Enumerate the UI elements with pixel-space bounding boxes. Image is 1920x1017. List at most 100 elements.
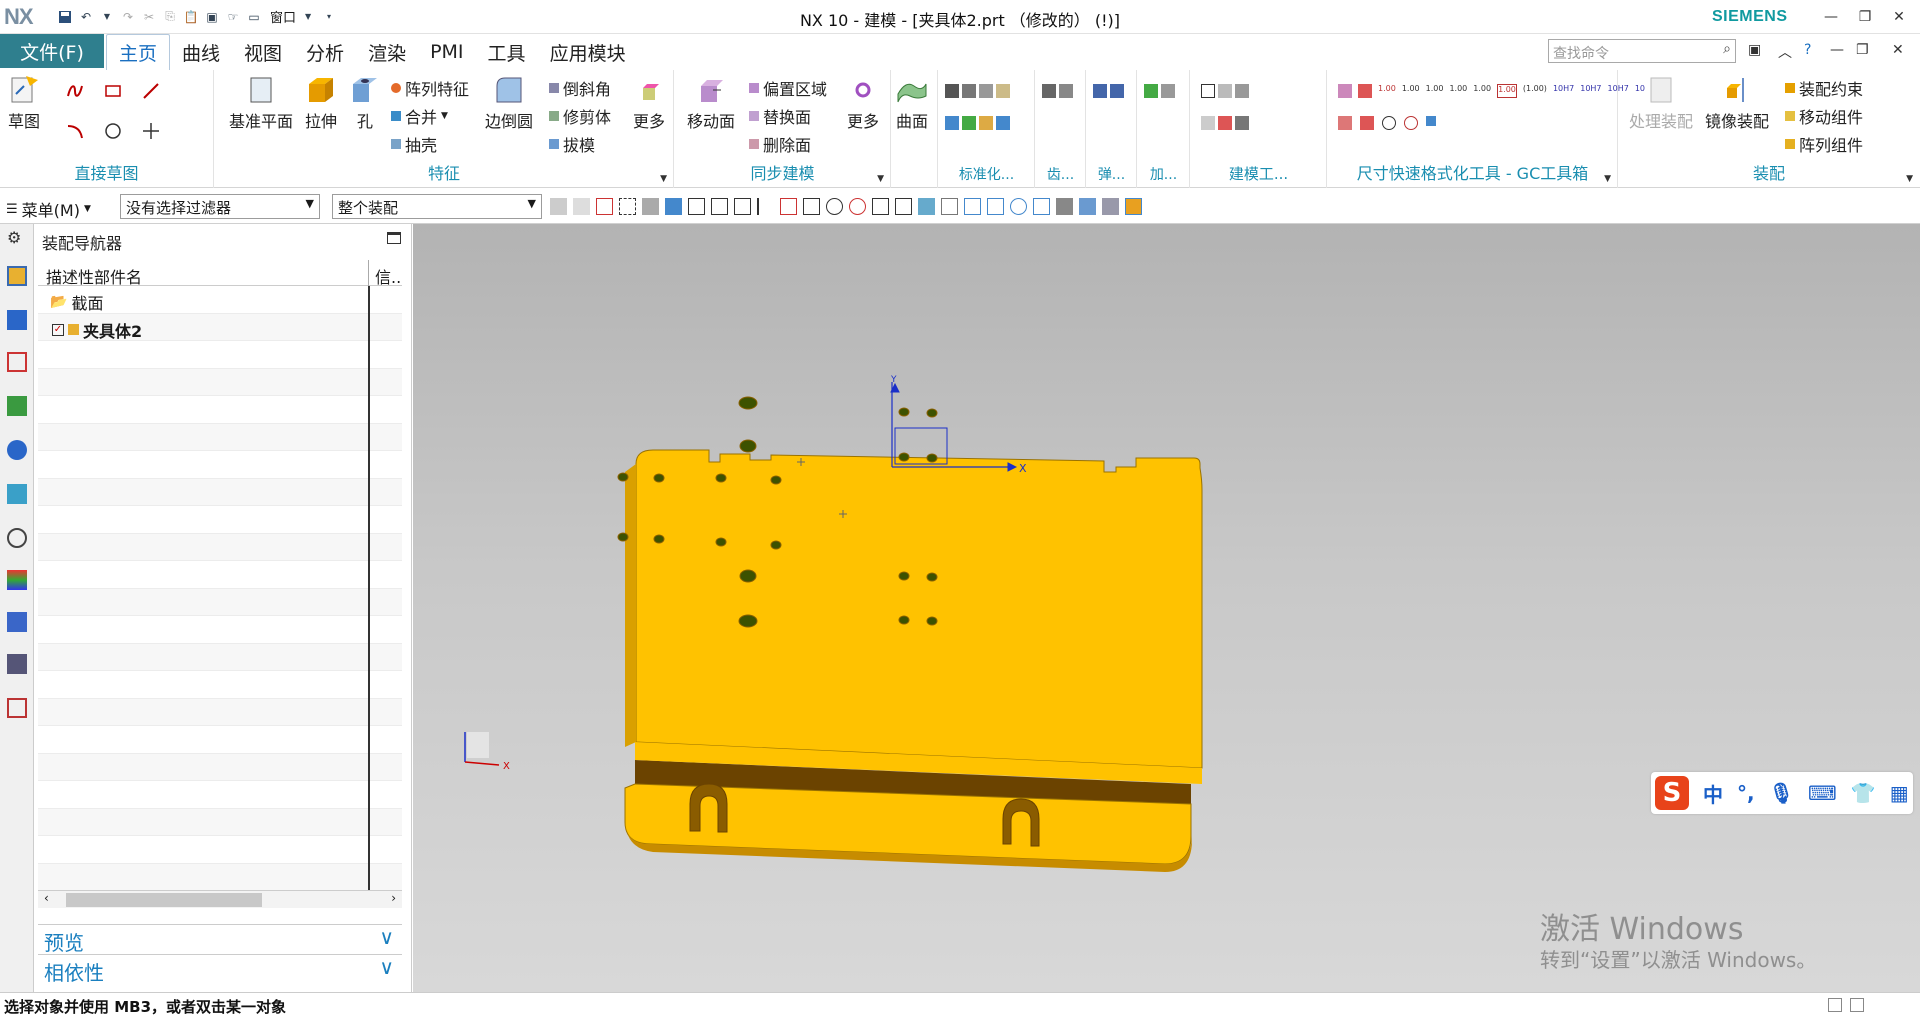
gc-tolerance-7[interactable]: (1.00) (1523, 84, 1547, 98)
hole[interactable] (738, 614, 758, 628)
reuse-library-icon[interactable] (7, 396, 27, 416)
spring-tool-icon-1[interactable] (1093, 84, 1107, 98)
snap-existing-point-icon[interactable] (872, 198, 889, 215)
tab-home[interactable]: 主页 (106, 34, 171, 70)
scrollbar-thumb[interactable] (66, 893, 262, 907)
hole[interactable] (715, 537, 727, 547)
edit-section-icon[interactable] (1102, 198, 1119, 215)
line-icon[interactable] (142, 82, 160, 100)
graphics-viewport[interactable]: X Y X (382, 224, 1920, 992)
snap-center-icon[interactable] (826, 198, 843, 215)
horizontal-scrollbar[interactable]: ‹ › (38, 890, 402, 908)
gc-tool-icon-2[interactable] (1358, 84, 1372, 98)
select-feature-icon[interactable] (550, 198, 567, 215)
unite-dropdown-icon[interactable]: ▼ (441, 111, 448, 121)
dropdown-icon[interactable]: ▼ (98, 8, 116, 26)
standard-tool-icon-7[interactable] (979, 116, 993, 130)
hole-button[interactable]: 孔 (349, 74, 381, 132)
manufacturing-wizard-icon[interactable] (7, 654, 27, 674)
gc-tolerance-1[interactable]: 1.00 (1378, 84, 1396, 98)
sketch-button[interactable]: 草图 (8, 74, 40, 132)
standard-tool-icon-5[interactable] (945, 116, 959, 130)
restore-button[interactable]: ❐ (1850, 4, 1880, 30)
command-search-input[interactable]: 查找命令 ⌕ (1548, 39, 1736, 63)
role-icon[interactable] (7, 698, 27, 718)
maximize-panel-icon[interactable] (387, 232, 401, 244)
standard-tool-icon-8[interactable] (996, 116, 1010, 130)
hole[interactable] (898, 407, 910, 417)
web-browser-icon[interactable] (7, 440, 27, 460)
gc-tolerance-5[interactable]: 1.00 (1473, 84, 1491, 98)
offset-region-button[interactable]: 偏置区域 (749, 76, 827, 100)
window-menu-dropdown-icon[interactable]: ▼ (299, 8, 317, 26)
cut-icon[interactable]: ✂ (140, 8, 158, 26)
snap-on-face-icon[interactable] (895, 198, 912, 215)
copy-icon[interactable]: ⎘ (161, 8, 179, 26)
tab-view[interactable]: 视图 (232, 34, 294, 70)
view-fit-icon[interactable] (964, 198, 981, 215)
modeling-tool-icon-4[interactable] (1201, 116, 1215, 130)
add-tool-icon-1[interactable] (1144, 84, 1158, 98)
surface-button[interactable]: 曲面 (896, 74, 928, 132)
snap-quadrant-icon[interactable] (849, 198, 866, 215)
column-descriptive-part-name[interactable]: 描述性部件名 (46, 264, 142, 288)
tab-pmi[interactable]: PMI (418, 34, 475, 70)
process-studio-icon[interactable] (7, 612, 27, 632)
hole[interactable] (617, 472, 629, 482)
arc-icon[interactable] (66, 122, 84, 140)
hole[interactable] (926, 616, 938, 626)
touch-mode-icon[interactable]: ☞ (224, 8, 242, 26)
shell-button[interactable]: 抽壳 (391, 132, 437, 156)
gc-tolerance-4[interactable]: 1.00 (1449, 84, 1467, 98)
part-navigator-icon[interactable] (7, 352, 27, 372)
standard-tool-icon-6[interactable] (962, 116, 976, 130)
ime-punctuation[interactable]: °, (1737, 781, 1755, 805)
gc-tolerance-3[interactable]: 1.00 (1426, 84, 1444, 98)
hole[interactable] (926, 408, 938, 418)
select-body-icon[interactable] (642, 198, 659, 215)
preview-section[interactable]: 预览 ∨ (38, 924, 402, 955)
tab-render[interactable]: 渲染 (356, 34, 418, 70)
rectangle-icon[interactable] (104, 82, 122, 100)
spring-tool-icon-2[interactable] (1110, 84, 1124, 98)
file-menu-button[interactable]: 文件(F) (0, 34, 104, 68)
hole[interactable] (715, 473, 727, 483)
snap-mid-icon[interactable] (734, 198, 751, 215)
hole[interactable] (653, 534, 665, 544)
edge-blend-button[interactable]: 边倒圆 (485, 74, 533, 132)
gc-tool-icon-8[interactable] (1338, 116, 1352, 130)
ime-toolbar[interactable]: S 中 °, 🎙 ⌨ 👕 ▦ (1651, 772, 1913, 814)
hole[interactable] (739, 569, 757, 583)
view-cube-icon[interactable] (1079, 198, 1096, 215)
paste-icon[interactable]: 📋 (182, 8, 200, 26)
window-icon[interactable]: ▭ (245, 8, 263, 26)
feature-more-button[interactable]: 更多 (633, 74, 665, 132)
trim-body-button[interactable]: 修剪体 (549, 104, 611, 128)
view-zoom-icon[interactable] (987, 198, 1004, 215)
standard-tool-icon-4[interactable] (996, 84, 1010, 98)
snap-bounded-icon[interactable] (918, 198, 935, 215)
snap-end-icon[interactable] (711, 198, 728, 215)
snap-intersection-icon[interactable] (803, 198, 820, 215)
hole[interactable] (739, 439, 757, 453)
sync-more-button[interactable]: 更多 (847, 74, 879, 132)
tab-applications[interactable]: 应用模块 (538, 34, 638, 70)
pattern-component-button[interactable]: 阵列组件 (1785, 132, 1863, 156)
assembly-constraint-button[interactable]: 装配约束 (1785, 76, 1863, 100)
gc-tolerance-6[interactable]: 1.00 (1497, 84, 1517, 98)
pattern-feature-button[interactable]: 阵列特征 (391, 76, 469, 100)
hole[interactable] (898, 452, 910, 462)
customize-qat-icon[interactable]: ▾ (320, 8, 338, 26)
system-materials-icon[interactable] (7, 570, 27, 590)
undo-icon[interactable]: ↶ (77, 8, 95, 26)
sync-group-dropdown-icon[interactable]: ▼ (877, 174, 884, 184)
gear-tool-icon-1[interactable] (1042, 84, 1056, 98)
gc-group-dropdown-icon[interactable]: ▼ (1604, 174, 1611, 184)
toolbox-grid-icon[interactable]: ▦ (1890, 781, 1909, 805)
tab-tools[interactable]: 工具 (476, 34, 538, 70)
microphone-icon[interactable]: 🎙 (1769, 781, 1794, 805)
hole[interactable] (926, 572, 938, 582)
fixture-plate-top[interactable] (635, 449, 1203, 769)
curve-rule-icon[interactable] (757, 198, 774, 215)
modeling-tool-icon-2[interactable] (1218, 84, 1232, 98)
